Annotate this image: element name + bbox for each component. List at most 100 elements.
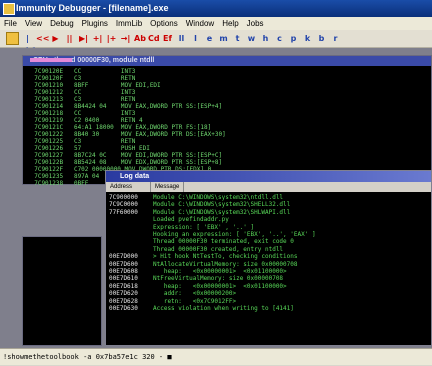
log-message: addr: <0x00000200> — [153, 290, 237, 298]
disasm-line[interactable]: 7C901222 8B40 30 MOV EAX,DWORD PTR DS:[E… — [27, 131, 225, 138]
disasm-line[interactable]: 7C901212 CC INT3 — [27, 89, 226, 96]
log-row[interactable]: 7C900000 Module C:\WINDOWS\system32\ntdll… — [106, 194, 431, 201]
toolbar-button[interactable]: |<< — [22, 33, 35, 54]
log-row[interactable]: 7C9C0000 Module C:\WINDOWS\system32\SHELL… — [106, 201, 431, 208]
log-row[interactable]: Thread 00000F30 created, entry ntdll — [106, 246, 431, 253]
toolbar-button[interactable]: Ab — [134, 33, 146, 44]
menu-help[interactable]: Help — [222, 17, 238, 30]
toolbar-button[interactable]: m — [218, 33, 229, 44]
menu-jobs[interactable]: Jobs — [247, 17, 264, 30]
cpu-window-title: CPU - thread 00000F30, module ntdll — [23, 56, 431, 66]
log-message: Module C:\WINDOWS\system32\ntdll.dll — [153, 194, 284, 201]
menu-plugins[interactable]: Plugins — [82, 17, 108, 30]
toolbar-button[interactable]: ll — [176, 33, 187, 44]
toolbar-button[interactable]: w — [246, 33, 257, 44]
log-address: 00E7D620 — [109, 290, 138, 298]
log-message: Module C:\WINDOWS\system32\SHELL32.dll — [153, 201, 291, 209]
log-message: Access violation when writing to [4141] — [153, 305, 294, 313]
disasm-line[interactable]: 7C90122B 8B5424 08 MOV EDX,DWORD PTR SS:… — [27, 159, 226, 166]
app-icon — [3, 3, 15, 15]
disasm-line[interactable]: 7C901210 8BFF MOV EDI,EDI — [27, 82, 226, 89]
menu-bar: File View Debug Plugins ImmLib Options W… — [0, 17, 432, 30]
toolbar-button[interactable]: |+ — [106, 33, 117, 44]
toolbar-button[interactable]: p — [288, 33, 299, 44]
toolbar-button[interactable]: Ef — [162, 33, 173, 44]
menu-immlib[interactable]: ImmLib — [116, 17, 142, 30]
log-row[interactable]: 00E7D618 heap: <0x00000001> <0x01100000> — [106, 283, 431, 290]
open-folder-icon[interactable] — [6, 32, 19, 45]
log-address: 77F60000 — [109, 208, 138, 216]
log-row[interactable]: 00E7D628 retn: <0x7C9012FF> — [106, 298, 431, 305]
log-address: 00E7D618 — [109, 282, 138, 290]
log-address: 7C900000 — [109, 194, 138, 201]
command-input[interactable]: !showmethetoolbook -a 0x7ba57e1c 320 - ■ — [3, 353, 172, 361]
cpu-window[interactable]: CPU - thread 00000F30, module ntdll 7C90… — [22, 55, 432, 187]
toolbar-button[interactable]: →| — [120, 33, 131, 44]
disasm-line[interactable]: 7C901214 8B4424 04 MOV EAX,DWORD PTR SS:… — [27, 103, 226, 110]
toolbar-button[interactable]: e — [204, 33, 215, 44]
registers-panel[interactable] — [22, 236, 102, 346]
log-message: Hooking an expression: [ 'EBX', '..', 'E… — [153, 231, 316, 239]
command-bar[interactable]: !showmethetoolbook -a 0x7ba57e1c 320 - ■ — [0, 348, 432, 365]
log-row[interactable]: 00E7D610 NtFreeVirtualMemory: size 0x0000… — [106, 275, 431, 282]
log-row[interactable]: Expression: [ 'EBX' , '..' ] — [106, 224, 431, 231]
toolbar-button[interactable]: +| — [92, 33, 103, 44]
log-address: 00E7D608 — [109, 268, 138, 276]
log-message: > Hit hook NtTestTo, checking conditions — [153, 253, 298, 261]
menu-options[interactable]: Options — [150, 17, 178, 30]
menu-file[interactable]: File — [4, 17, 17, 30]
log-message: Thread 00000F30 created, entry ntdll — [153, 245, 284, 253]
menu-debug[interactable]: Debug — [50, 17, 74, 30]
menu-view[interactable]: View — [25, 17, 42, 30]
log-row[interactable]: 00E7D630 Access violation when writing to… — [106, 305, 431, 312]
toolbar-button[interactable]: || — [64, 33, 75, 44]
log-address — [106, 238, 153, 245]
disasm-line[interactable]: 7C901218 CC INT3 — [27, 110, 226, 117]
log-message: NtAllocateVirtualMemory: size 0x00000708 — [153, 260, 298, 268]
column-header-address[interactable]: Address — [106, 182, 151, 192]
toolbar-button[interactable]: ▶| — [78, 33, 89, 44]
log-row[interactable]: Hooking an expression: [ 'EBX', '..', 'E… — [106, 231, 431, 238]
disasm-line[interactable]: 7C901227 8B7C24 0C MOV EDI,DWORD PTR SS:… — [27, 152, 226, 159]
toolbar-button[interactable]: t — [232, 33, 243, 44]
disasm-line[interactable]: 7C901219 C2 0400 RETN 4 — [27, 117, 226, 124]
toolbar: |<< << ▶ || ▶| +| |+ →| Ab Cd Ef ll l e … — [0, 30, 432, 54]
log-message: Loaded pvefindaddr.py — [153, 216, 229, 224]
disasm-line[interactable]: 7C90120E CC INT3 — [27, 68, 226, 75]
toolbar-button[interactable]: r — [330, 33, 341, 44]
log-row[interactable]: Loaded pvefindaddr.py — [106, 216, 431, 223]
toolbar-button[interactable]: l — [190, 33, 201, 44]
toolbar-button[interactable]: b — [316, 33, 327, 44]
toolbar-button[interactable]: h — [260, 33, 271, 44]
toolbar-button[interactable]: c — [274, 33, 285, 44]
log-row[interactable]: 00E7D000 > Hit hook NtTestTo, checking co… — [106, 253, 431, 260]
menu-window[interactable]: Window — [186, 17, 214, 30]
disasm-line[interactable]: 7C90120F C3 RETN — [27, 75, 226, 82]
toolbar-button[interactable]: k — [302, 33, 313, 44]
log-column-headers: Address Message — [106, 182, 431, 192]
log-row[interactable]: Thread 00000F30 terminated, exit code 0 — [106, 238, 431, 245]
log-message: retn: <0x7C9012FF> — [153, 297, 237, 305]
log-row[interactable]: 00E7D600 NtAllocateVirtualMemory: size 0x… — [106, 261, 431, 268]
log-address — [106, 231, 153, 238]
window-title: Immunity Debugger - [filename].exe — [16, 3, 169, 13]
toolbar-button[interactable]: Cd — [148, 33, 160, 44]
log-address: 00E7D610 — [109, 275, 138, 283]
column-header-message[interactable]: Message — [151, 182, 185, 192]
window-titlebar: Immunity Debugger - [filename].exe — [0, 0, 432, 17]
log-window[interactable]: Log data Address Message 7C900000 Module … — [105, 170, 432, 346]
disasm-line[interactable]: 7C901226 57 PUSH EDI — [27, 145, 226, 152]
toolbar-button[interactable]: ▶ — [50, 33, 61, 44]
log-row[interactable]: 77F60000 Module C:\WINDOWS\system32\SHLWA… — [106, 209, 431, 216]
log-address — [106, 246, 153, 253]
log-row[interactable]: 00E7D608 heap: <0x00000001> <0x01100000> — [106, 268, 431, 275]
disasm-line[interactable]: 7C901213 C3 RETN — [27, 96, 226, 103]
disasm-line[interactable]: 7C901225 C3 RETN — [27, 138, 226, 145]
log-row[interactable]: 00E7D620 addr: <0x00000200> — [106, 290, 431, 297]
selected-line-highlight — [30, 58, 72, 62]
toolbar-button[interactable]: << — [36, 33, 49, 44]
disasm-line[interactable]: 7C90121C 64:A1 18000 MOV EAX,DWORD PTR F… — [27, 124, 226, 131]
log-address — [106, 224, 153, 231]
log-message: Expression: [ 'EBX' , '..' ] — [153, 223, 255, 231]
log-message: Module C:\WINDOWS\system32\SHLWAPI.dll — [153, 208, 291, 216]
